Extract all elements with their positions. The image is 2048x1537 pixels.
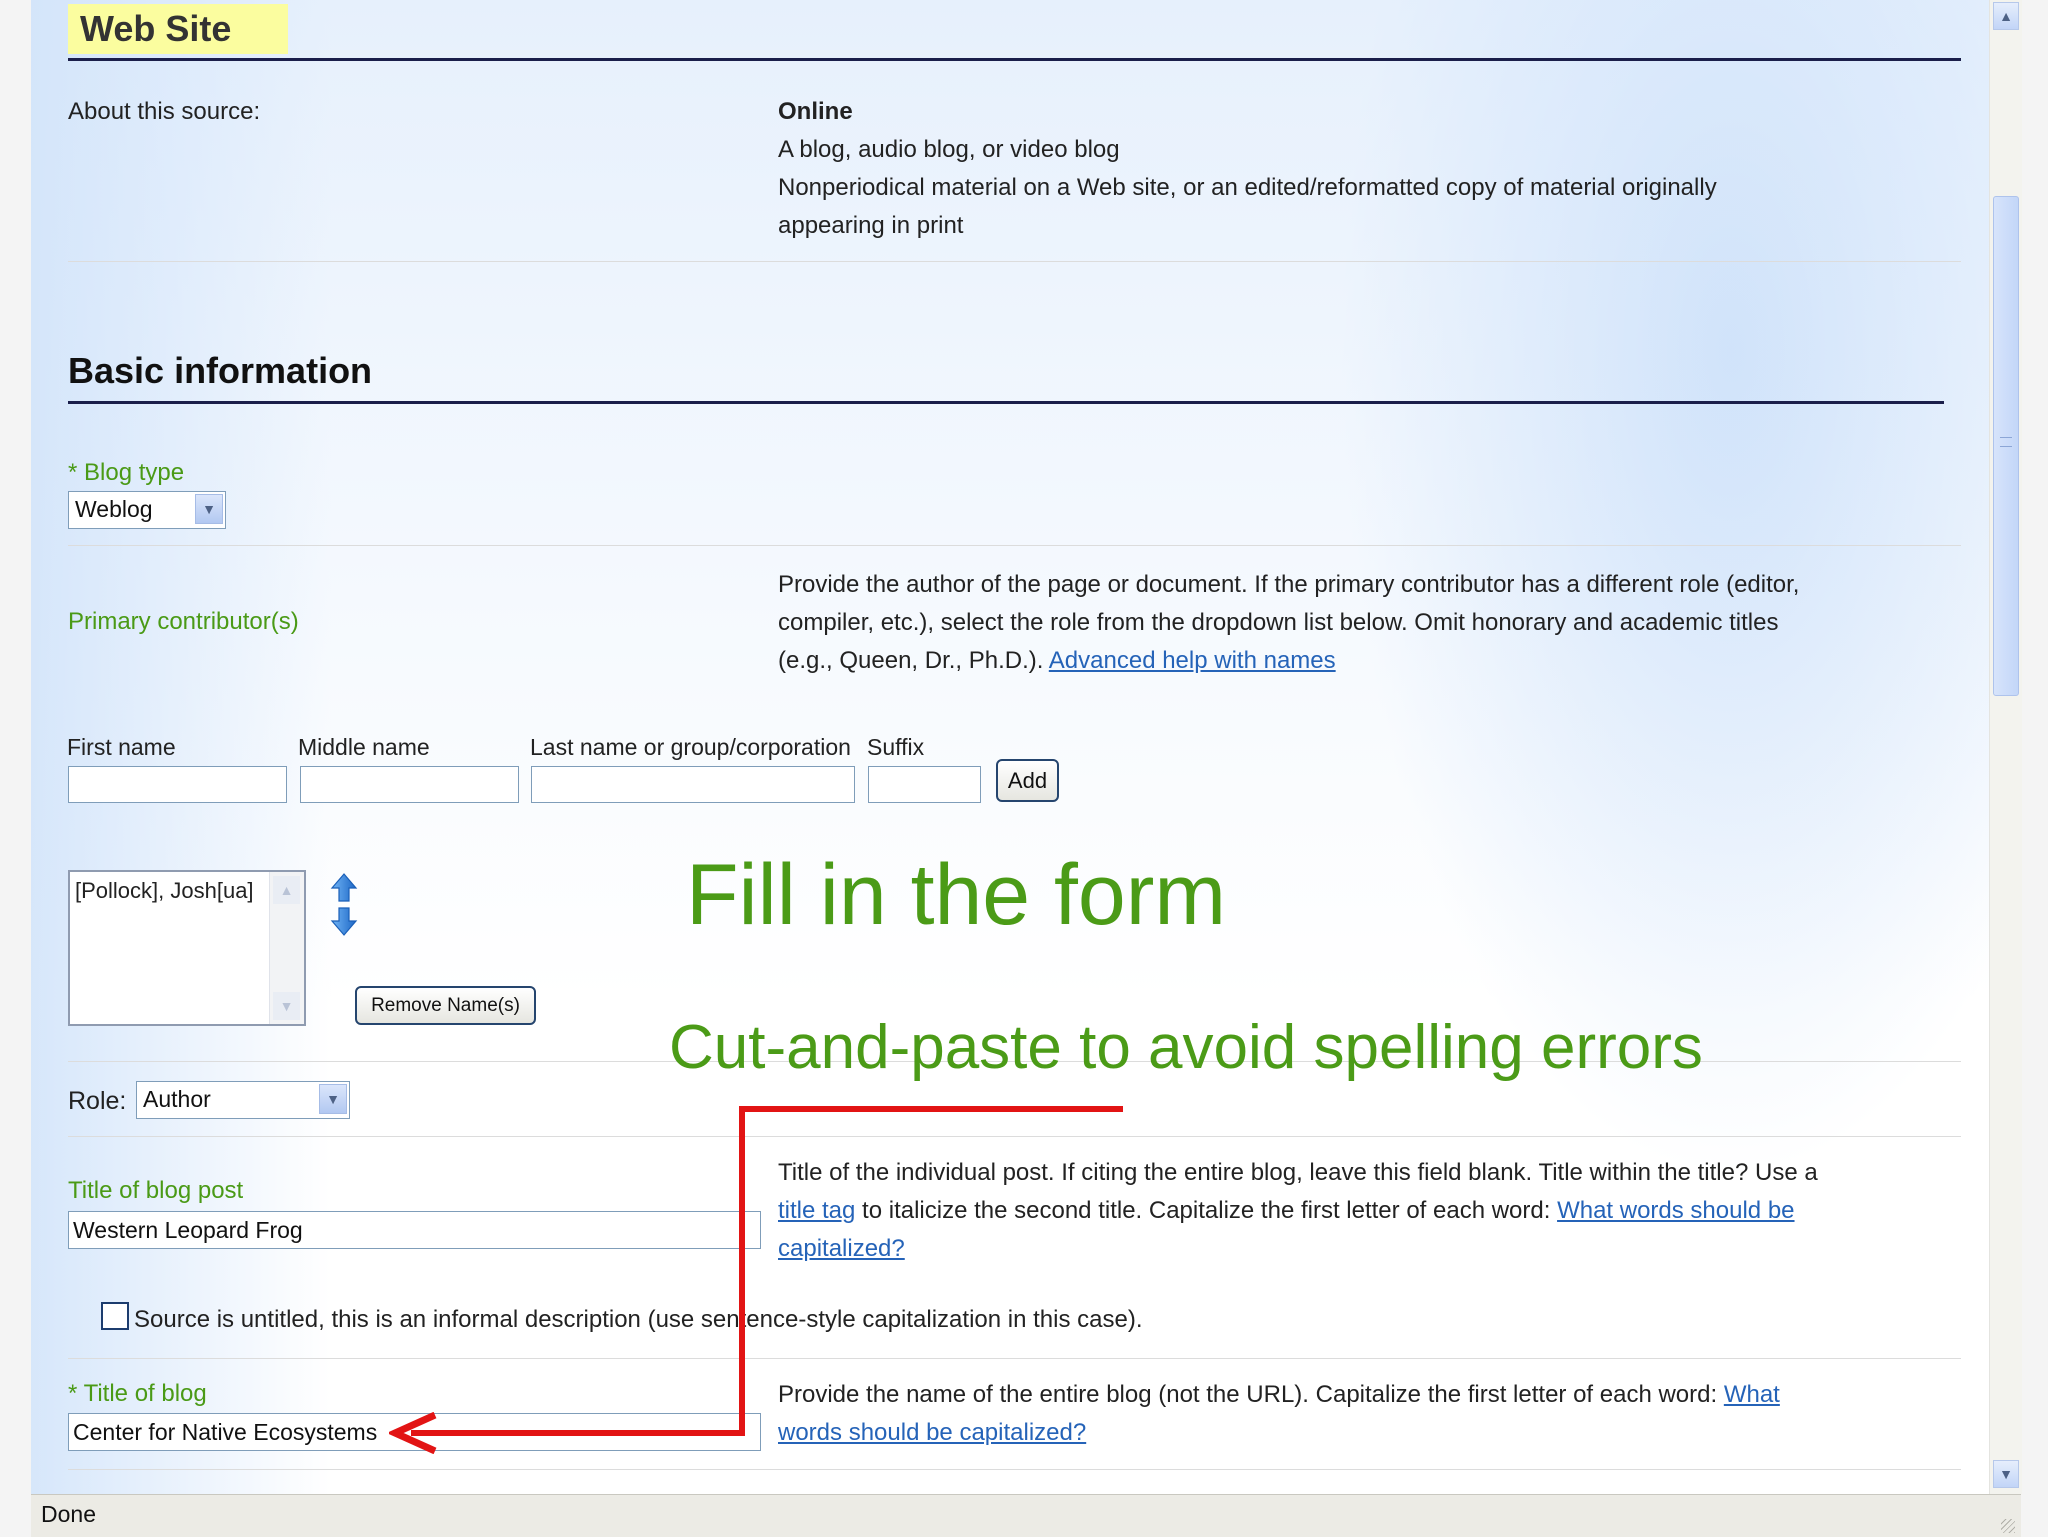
- red-arrow-icon: [389, 1412, 437, 1454]
- role-value: Author: [143, 1086, 211, 1112]
- advanced-help-names-link[interactable]: Advanced help with names: [1049, 647, 1336, 674]
- chevron-down-icon[interactable]: ▼: [319, 1084, 347, 1114]
- blog-help-text: Provide the name of the entire blog (not…: [778, 1381, 1724, 1408]
- role-select[interactable]: Author ▼: [136, 1081, 350, 1119]
- list-scrollbar[interactable]: ▲ ▼: [269, 872, 304, 1024]
- scroll-thumb[interactable]: [1993, 196, 2019, 696]
- status-text: Done: [41, 1501, 96, 1527]
- title-rule: [68, 58, 1961, 61]
- overlay-heading: Fill in the form: [686, 847, 1227, 943]
- last-name-input[interactable]: [531, 766, 855, 803]
- section-rule: [68, 401, 1944, 404]
- overlay-subheading: Cut-and-paste to avoid spelling errors: [669, 1013, 1703, 1082]
- about-line-2: Nonperiodical material on a Web site, or…: [778, 174, 1717, 201]
- about-line-1: A blog, audio blog, or video blog: [778, 136, 1120, 163]
- capitalization-help-link[interactable]: What: [1724, 1381, 1780, 1408]
- about-line-3: appearing in print: [778, 212, 964, 239]
- page-title: Web Site: [68, 4, 288, 54]
- scroll-up-icon[interactable]: ▲: [1993, 2, 2019, 30]
- contributor-list[interactable]: [Pollock], Josh[ua] ▲ ▼: [68, 870, 306, 1026]
- move-up-down-icon[interactable]: [329, 872, 359, 938]
- divider: [68, 1469, 1961, 1470]
- grip-icon: [2000, 437, 2012, 447]
- arrow-line-vertical: [739, 1106, 745, 1436]
- blog-type-select[interactable]: Weblog ▼: [68, 491, 226, 529]
- section-title: Basic information: [68, 350, 373, 391]
- contributor-help-text: (e.g., Queen, Dr., Ph.D.).: [778, 647, 1044, 674]
- window-scrollbar[interactable]: ▲ ▼: [1989, 0, 2022, 1494]
- post-help-line-2: title tag to italicize the second title.…: [778, 1192, 1795, 1230]
- capitalization-help-link[interactable]: What words should be: [1557, 1197, 1794, 1224]
- scroll-down-icon[interactable]: ▼: [1993, 1460, 2019, 1488]
- divider: [68, 1136, 1961, 1137]
- post-help-text: to italicize the second title. Capitaliz…: [855, 1197, 1558, 1224]
- blog-post-title-input[interactable]: Western Leopard Frog: [68, 1211, 761, 1249]
- list-item[interactable]: [Pollock], Josh[ua]: [75, 872, 254, 910]
- last-name-label: Last name or group/corporation: [530, 734, 851, 760]
- chevron-down-icon[interactable]: ▼: [195, 494, 223, 524]
- first-name-input[interactable]: [68, 766, 287, 803]
- capitalization-help-link-cont[interactable]: capitalized?: [778, 1230, 905, 1268]
- scroll-down-icon[interactable]: ▼: [273, 992, 300, 1020]
- contributor-help-line-3: (e.g., Queen, Dr., Ph.D.). Advanced help…: [778, 642, 1336, 680]
- contributor-help-line-1: Provide the author of the page or docume…: [778, 571, 1800, 598]
- title-tag-link[interactable]: title tag: [778, 1197, 855, 1224]
- divider: [68, 545, 1961, 546]
- scroll-up-icon[interactable]: ▲: [273, 876, 300, 904]
- arrow-line-bottom: [411, 1430, 745, 1436]
- blog-post-title-label: Title of blog post: [68, 1177, 244, 1204]
- middle-name-input[interactable]: [300, 766, 519, 803]
- divider: [68, 261, 1961, 262]
- primary-contributor-label: Primary contributor(s): [68, 608, 299, 635]
- web-page: Web Site About this source: Online A blo…: [31, 0, 1989, 1494]
- capitalization-help-link-cont[interactable]: words should be capitalized?: [778, 1414, 1086, 1452]
- suffix-input[interactable]: [868, 766, 981, 803]
- divider: [68, 1358, 1961, 1359]
- blog-type-label: * Blog type: [68, 459, 185, 486]
- untitled-checkbox-label: Source is untitled, this is an informal …: [134, 1306, 1143, 1333]
- first-name-label: First name: [67, 734, 176, 760]
- blog-help-line-1: Provide the name of the entire blog (not…: [778, 1376, 1780, 1414]
- blog-type-value: Weblog: [75, 496, 153, 522]
- post-help-line-1: Title of the individual post. If citing …: [778, 1159, 1818, 1186]
- suffix-label: Suffix: [867, 734, 925, 760]
- blog-title-label: * Title of blog: [68, 1380, 207, 1407]
- status-bar: Done: [31, 1494, 2021, 1537]
- about-label: About this source:: [68, 98, 261, 125]
- about-heading: Online: [778, 98, 853, 125]
- untitled-checkbox[interactable]: [101, 1302, 129, 1330]
- add-button[interactable]: Add: [996, 759, 1059, 802]
- contributor-help-line-2: compiler, etc.), select the role from th…: [778, 609, 1779, 636]
- resize-grip-icon[interactable]: [2001, 1519, 2015, 1533]
- role-label: Role:: [68, 1087, 127, 1115]
- middle-name-label: Middle name: [298, 734, 430, 760]
- arrow-line-top: [739, 1106, 1123, 1112]
- remove-names-button[interactable]: Remove Name(s): [355, 986, 536, 1025]
